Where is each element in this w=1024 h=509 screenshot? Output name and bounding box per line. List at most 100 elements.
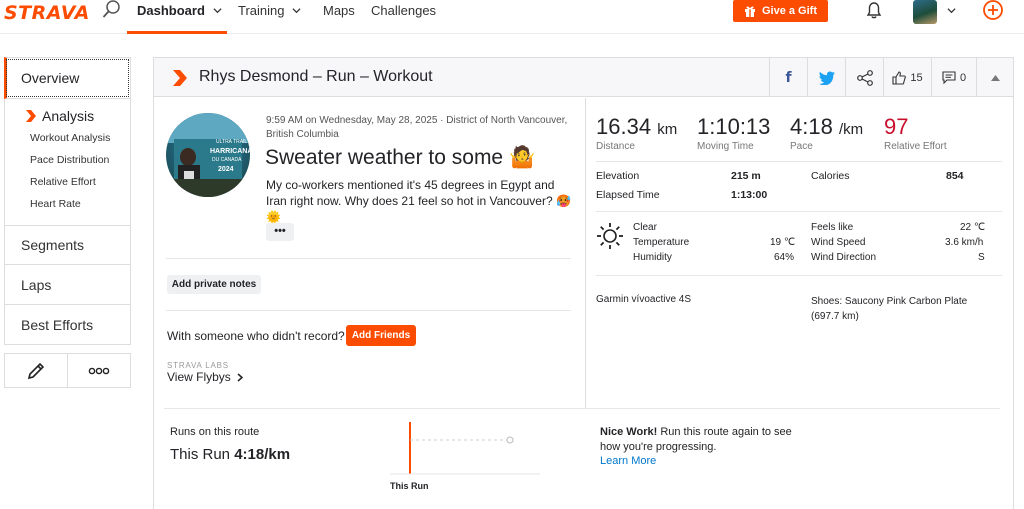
activity-more-button[interactable]: ••• xyxy=(266,223,294,241)
nav-challenges[interactable]: Challenges xyxy=(371,3,436,18)
sun-icon xyxy=(596,222,624,250)
activity-header-title: Rhys Desmond – Run – Workout xyxy=(199,68,433,86)
sidebar-link-heart-rate[interactable]: Heart Rate xyxy=(5,193,130,215)
feels-like-label: Feels like xyxy=(811,222,853,233)
sidebar-item-laps[interactable]: Laps xyxy=(4,265,131,305)
comment-icon xyxy=(942,71,956,84)
strava-labs-label: STRAVA LABS xyxy=(167,361,229,370)
feels-like-value: 22 ℃ xyxy=(960,222,985,233)
nav-dashboard-label: Dashboard xyxy=(137,3,205,18)
activity-type-icon xyxy=(172,70,187,86)
distance-label: Distance xyxy=(596,141,697,152)
athlete-profile-photo[interactable]: ULTRA TRAIL HARRICANA DU CANADA 2024 xyxy=(166,113,250,197)
kudos-button[interactable]: 15 xyxy=(883,58,931,97)
nav-training-label: Training xyxy=(238,3,284,18)
add-friends-button[interactable]: Add Friends xyxy=(346,325,416,346)
stat-pace: 4:18 /km Pace xyxy=(790,114,884,152)
nice-work-bold: Nice Work! xyxy=(600,426,657,438)
wind-speed-value: 3.6 km/h xyxy=(945,237,983,248)
distance-unit: km xyxy=(657,121,677,138)
route-section: Runs on this route This Run 4:18/km This… xyxy=(154,408,1015,509)
nav-dashboard[interactable]: Dashboard xyxy=(137,3,222,18)
nav-maps[interactable]: Maps xyxy=(323,3,355,18)
share-icon xyxy=(857,70,873,86)
sidebar-item-analysis[interactable]: Analysis xyxy=(5,105,130,127)
bell-icon[interactable] xyxy=(864,0,884,20)
moving-time-value: 1:10:13 xyxy=(697,114,790,140)
pace-unit: /km xyxy=(839,121,863,138)
divider xyxy=(166,258,571,259)
device-name: Garmin vívoactive 4S xyxy=(596,294,691,305)
collapse-button[interactable] xyxy=(976,58,1014,97)
pace-value: 4:18 xyxy=(790,114,833,139)
activity-meta: 9:59 AM on Wednesday, May 28, 2025 · Dis… xyxy=(266,114,576,142)
nice-work-message: Nice Work! Run this route again to see h… xyxy=(600,425,800,455)
sidebar-link-workout-analysis[interactable]: Workout Analysis xyxy=(5,127,130,149)
plus-circle-icon[interactable] xyxy=(982,0,1004,22)
activity-description: My co-workers mentioned it's 45 degrees … xyxy=(266,177,576,225)
nav-training[interactable]: Training xyxy=(238,3,301,18)
temperature-label: Temperature xyxy=(633,237,689,248)
share-twitter-button[interactable] xyxy=(807,58,845,97)
this-run-prefix: This Run xyxy=(170,446,230,463)
activity-stats: 16.34 km Distance 1:10:13 Moving Time 4:… xyxy=(585,98,1015,408)
this-run-summary: This Run 4:18/km xyxy=(170,446,290,463)
activity-title: Sweater weather to some 🤷 xyxy=(265,146,535,170)
facebook-icon: f xyxy=(785,70,791,86)
caret-up-icon xyxy=(991,75,1000,81)
weather-condition: Clear xyxy=(633,222,657,233)
pencil-icon xyxy=(26,361,46,381)
runs-on-route-label: Runs on this route xyxy=(170,426,259,438)
search-icon[interactable] xyxy=(102,0,122,20)
chevron-down-icon[interactable] xyxy=(947,6,956,15)
comments-count: 0 xyxy=(960,72,966,84)
activity-sidebar: Overview Analysis Workout Analysis Pace … xyxy=(4,57,131,388)
give-gift-label: Give a Gift xyxy=(762,5,817,17)
top-nav: STRAVA Dashboard Training Maps Challenge… xyxy=(0,0,1024,34)
stat-relative-effort[interactable]: 97 Relative Effort xyxy=(884,114,984,152)
add-private-notes-button[interactable]: Add private notes xyxy=(167,275,261,294)
view-flybys-label: View Flybys xyxy=(167,370,231,384)
sidebar-item-best-efforts[interactable]: Best Efforts xyxy=(4,305,131,345)
activity-header: Rhys Desmond – Run – Workout f 15 0 xyxy=(154,58,1013,97)
shoes-name: Shoes: Saucony Pink Carbon Plate (697.7 … xyxy=(811,294,996,324)
give-gift-button[interactable]: Give a Gift xyxy=(733,0,828,22)
edit-button[interactable] xyxy=(5,354,67,387)
pace-label: Pace xyxy=(790,141,884,152)
profile-photo-image: ULTRA TRAIL HARRICANA DU CANADA 2024 xyxy=(166,113,250,197)
activity-panel: Rhys Desmond – Run – Workout f 15 0 ULTR… xyxy=(153,57,1014,509)
comments-button[interactable]: 0 xyxy=(931,58,976,97)
svg-text:HARRICANA: HARRICANA xyxy=(210,148,250,155)
divider xyxy=(596,275,1002,276)
elevation-value: 215 m xyxy=(731,170,761,182)
divider xyxy=(596,211,1002,212)
sidebar-actions xyxy=(4,353,131,388)
more-actions-button[interactable] xyxy=(67,354,130,387)
view-flybys-link[interactable]: View Flybys xyxy=(167,370,243,384)
elapsed-time-label: Elapsed Time xyxy=(596,189,660,201)
strava-logo[interactable]: STRAVA xyxy=(4,2,90,24)
chevron-down-icon xyxy=(213,6,222,15)
humidity-value: 64% xyxy=(774,252,794,263)
sidebar-item-segments[interactable]: Segments xyxy=(4,225,131,265)
share-facebook-button[interactable]: f xyxy=(769,58,807,97)
divider xyxy=(166,310,571,311)
calories-label: Calories xyxy=(811,170,850,182)
relative-effort-label: Relative Effort xyxy=(884,141,984,152)
svg-text:DU CANADA: DU CANADA xyxy=(212,157,242,163)
divider xyxy=(596,161,1002,162)
wind-speed-label: Wind Speed xyxy=(811,237,865,248)
sidebar-link-relative-effort[interactable]: Relative Effort xyxy=(5,171,130,193)
record-with-someone-text: With someone who didn't record? xyxy=(167,329,345,343)
sidebar-link-pace-distribution[interactable]: Pace Distribution xyxy=(5,149,130,171)
share-button[interactable] xyxy=(845,58,883,97)
thumbs-up-icon xyxy=(892,71,906,85)
chevron-right-icon xyxy=(25,110,36,122)
kudos-count: 15 xyxy=(910,72,922,84)
user-avatar[interactable] xyxy=(913,0,937,24)
calories-value: 854 xyxy=(946,170,964,182)
learn-more-link[interactable]: Learn More xyxy=(600,455,656,467)
gift-icon xyxy=(744,5,756,17)
wind-direction-value: S xyxy=(978,252,985,263)
sidebar-item-overview[interactable]: Overview xyxy=(4,57,131,99)
